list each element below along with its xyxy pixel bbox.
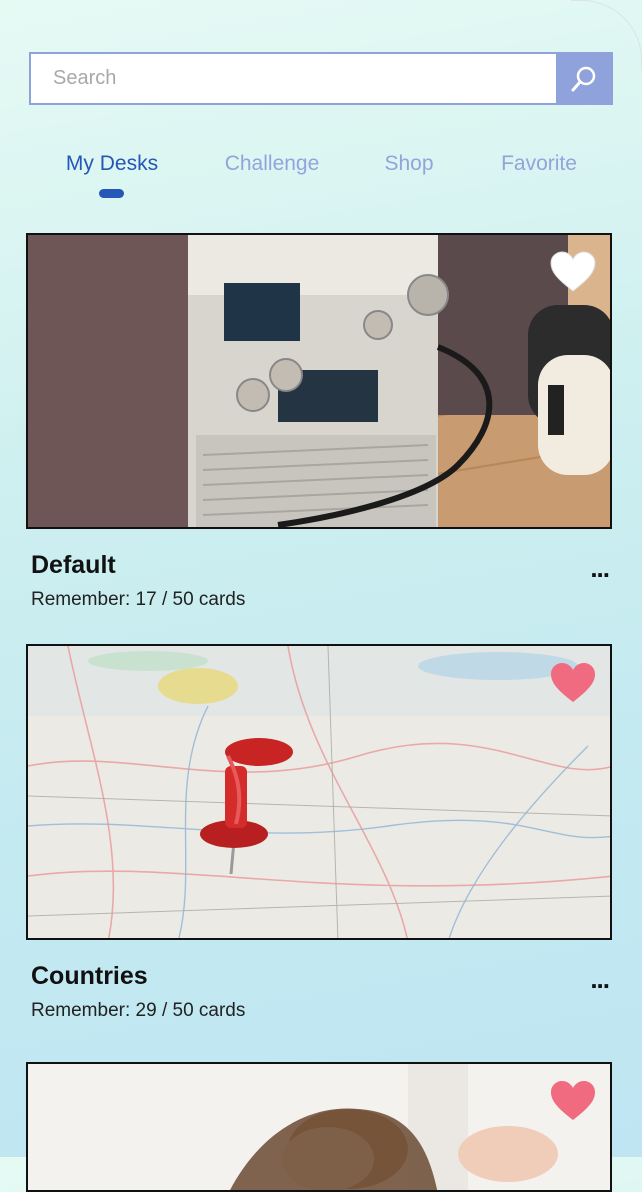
- favorite-heart-icon[interactable]: [550, 251, 596, 293]
- tab-shop[interactable]: Shop: [384, 152, 433, 176]
- stereo-photo: [28, 235, 610, 527]
- active-tab-indicator: [99, 189, 124, 198]
- deck-title-default[interactable]: Default: [31, 551, 116, 580]
- tab-favorite[interactable]: Favorite: [501, 152, 577, 176]
- deck-card-image-default[interactable]: [26, 233, 612, 529]
- map-photo: [28, 646, 610, 938]
- favorite-heart-icon[interactable]: [550, 1080, 596, 1122]
- tab-bar: My Desks Challenge Shop Favorite: [0, 140, 642, 200]
- search-input[interactable]: [31, 54, 556, 103]
- favorite-heart-icon[interactable]: [550, 662, 596, 704]
- more-icon[interactable]: ...: [590, 964, 610, 995]
- deck-card-image-countries[interactable]: [26, 644, 612, 940]
- search-icon: [571, 66, 595, 91]
- deck-progress-default: Remember: 17 / 50 cards: [31, 589, 246, 610]
- search-button[interactable]: [556, 54, 611, 103]
- deck-title-countries[interactable]: Countries: [31, 962, 148, 991]
- more-icon[interactable]: ...: [590, 553, 610, 584]
- search-bar: [29, 52, 613, 105]
- tab-challenge[interactable]: Challenge: [225, 152, 320, 176]
- deck-progress-countries: Remember: 29 / 50 cards: [31, 1000, 246, 1021]
- tab-my-desks[interactable]: My Desks: [66, 152, 158, 176]
- sleeping-photo: [28, 1064, 610, 1190]
- deck-card-image-third[interactable]: [26, 1062, 612, 1192]
